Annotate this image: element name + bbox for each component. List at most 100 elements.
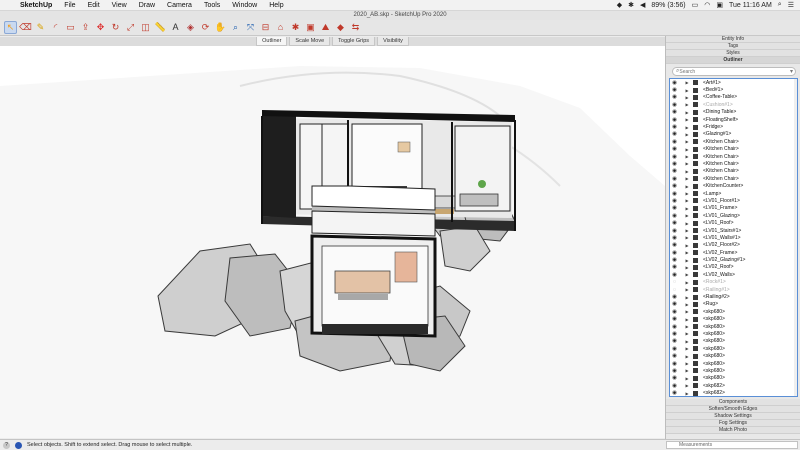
eye-icon[interactable]: ◉ bbox=[670, 213, 679, 219]
arc-icon[interactable]: ◜ bbox=[49, 21, 62, 34]
eye-icon[interactable]: ◉ bbox=[670, 94, 679, 100]
expand-arrow-icon[interactable]: ▶ bbox=[679, 139, 689, 144]
outliner-row[interactable]: ◉ ▶ <LV01_Walls#1> bbox=[670, 234, 797, 241]
menu-view[interactable]: View bbox=[106, 2, 133, 9]
zoom-icon[interactable]: ⌕ bbox=[229, 21, 242, 34]
expand-arrow-icon[interactable]: ▶ bbox=[679, 117, 689, 122]
menu-help[interactable]: Help bbox=[263, 2, 289, 9]
outliner-row[interactable]: ◉ ▶ <skp680> bbox=[670, 367, 797, 374]
expand-arrow-icon[interactable]: ▶ bbox=[679, 354, 689, 359]
outliner-row[interactable]: ◉ ▶ <skp680> bbox=[670, 345, 797, 352]
outliner-row[interactable]: ◉ ▶ <FloatingShelf> bbox=[670, 116, 797, 123]
spotlight-icon[interactable]: ⌕ bbox=[778, 1, 782, 9]
expand-arrow-icon[interactable]: ▶ bbox=[679, 324, 689, 329]
scale-icon[interactable]: ⤢ bbox=[124, 21, 137, 34]
outliner-row[interactable]: ◉ ▶ <Glazing#1> bbox=[670, 131, 797, 138]
outliner-row[interactable]: ◌ ▶ <Rock#1> bbox=[670, 279, 797, 286]
rotate-icon[interactable]: ↻ bbox=[109, 21, 122, 34]
expand-arrow-icon[interactable]: ▶ bbox=[679, 265, 689, 270]
orbit-icon[interactable]: ⟳ bbox=[199, 21, 212, 34]
eraser-icon[interactable]: ⌫ bbox=[19, 21, 32, 34]
outliner-search-input[interactable] bbox=[679, 68, 780, 75]
expand-arrow-icon[interactable]: ▶ bbox=[679, 295, 689, 300]
filter-options-icon[interactable]: ▾ bbox=[790, 68, 795, 75]
section-icon[interactable]: ⊟ bbox=[259, 21, 272, 34]
panel-outliner[interactable]: Outliner bbox=[666, 57, 800, 64]
expand-arrow-icon[interactable]: ▶ bbox=[679, 331, 689, 336]
expand-arrow-icon[interactable]: ▶ bbox=[679, 184, 689, 189]
eye-icon[interactable]: ◉ bbox=[670, 309, 679, 315]
eye-icon[interactable]: ◉ bbox=[670, 191, 679, 197]
outliner-row[interactable]: ◉ ▶ <LV01_Floor#1> bbox=[670, 197, 797, 204]
eye-icon[interactable]: ◉ bbox=[670, 294, 679, 300]
expand-arrow-icon[interactable]: ▶ bbox=[679, 213, 689, 218]
expand-arrow-icon[interactable]: ▶ bbox=[679, 176, 689, 181]
outliner-row[interactable]: ◉ ▶ <skp680> bbox=[670, 323, 797, 330]
expand-arrow-icon[interactable]: ▶ bbox=[679, 206, 689, 211]
outliner-row[interactable]: ◉ ▶ <Fridge> bbox=[670, 123, 797, 130]
eye-icon[interactable]: ◉ bbox=[670, 102, 679, 108]
eye-icon[interactable]: ◉ bbox=[670, 183, 679, 189]
outliner-tree[interactable]: ◉ ▶ <Art#1> ◉ ▶ <Bed#1> ◉ ▶ <Coffee-Table> ◉ ▶ <Cus… bbox=[669, 78, 798, 397]
paint-icon[interactable]: ◈ bbox=[184, 21, 197, 34]
zoom-extents-icon[interactable]: ⤧ bbox=[244, 21, 257, 34]
expand-arrow-icon[interactable]: ▶ bbox=[679, 221, 689, 226]
outliner-row[interactable]: ◉ ▶ <skp680> bbox=[670, 360, 797, 367]
eye-icon[interactable]: ◉ bbox=[670, 176, 679, 182]
outliner-row[interactable]: ◉ ▶ <skp682> bbox=[670, 382, 797, 389]
outliner-row[interactable]: ◉ ▶ <Kitchen Chair> bbox=[670, 138, 797, 145]
expand-arrow-icon[interactable]: ▶ bbox=[679, 191, 689, 196]
battery-icon[interactable]: ▭ bbox=[692, 1, 699, 9]
outliner-row[interactable]: ◉ ▶ <skp680> bbox=[670, 352, 797, 359]
expand-arrow-icon[interactable]: ▶ bbox=[679, 287, 689, 292]
dropbox-icon[interactable]: ◆ bbox=[617, 1, 622, 9]
outliner-row[interactable]: ◉ ▶ <Coffee-Table> bbox=[670, 94, 797, 101]
expand-arrow-icon[interactable]: ▶ bbox=[679, 280, 689, 285]
text-icon[interactable]: A bbox=[169, 21, 182, 34]
panel-soften-smooth[interactable]: Soften/Smooth Edges bbox=[666, 406, 800, 413]
panel-fog-settings[interactable]: Fog Settings bbox=[666, 420, 800, 427]
expand-arrow-icon[interactable]: ▶ bbox=[679, 161, 689, 166]
outliner-scrollbar[interactable] bbox=[794, 79, 797, 396]
outliner-row[interactable]: ◌ ▶ <Railing#1> bbox=[670, 286, 797, 293]
expand-arrow-icon[interactable]: ▶ bbox=[679, 154, 689, 159]
eye-icon[interactable]: ◉ bbox=[670, 361, 679, 367]
shape-icon[interactable]: ▭ bbox=[64, 21, 77, 34]
pencil-icon[interactable]: ✎ bbox=[34, 21, 47, 34]
expand-arrow-icon[interactable]: ▶ bbox=[679, 272, 689, 277]
eye-icon[interactable]: ◉ bbox=[670, 131, 679, 137]
eye-icon[interactable]: ◉ bbox=[670, 139, 679, 145]
extension-icon[interactable]: ✱ bbox=[289, 21, 302, 34]
eye-icon[interactable]: ◉ bbox=[670, 257, 679, 263]
menu-edit[interactable]: Edit bbox=[82, 2, 106, 9]
expand-arrow-icon[interactable]: ▶ bbox=[679, 258, 689, 263]
pan-icon[interactable]: ✋ bbox=[214, 21, 227, 34]
menu-draw[interactable]: Draw bbox=[133, 2, 161, 9]
eye-closed-icon[interactable]: ◌ bbox=[670, 279, 679, 285]
outliner-row[interactable]: ◉ ▶ <LV02_Frame> bbox=[670, 249, 797, 256]
expand-arrow-icon[interactable]: ▶ bbox=[679, 391, 689, 396]
outliner-row[interactable]: ◉ ▶ <Bed#1> bbox=[670, 86, 797, 93]
model-viewport[interactable] bbox=[0, 46, 665, 438]
menu-file[interactable]: File bbox=[58, 2, 81, 9]
notification-center-icon[interactable]: ☰ bbox=[788, 1, 794, 9]
outliner-row[interactable]: ◉ ▶ <skp682> bbox=[670, 389, 797, 396]
eye-icon[interactable]: ◉ bbox=[670, 117, 679, 123]
layout-icon[interactable]: ▣ bbox=[304, 21, 317, 34]
sandbox-icon[interactable]: ⛰ bbox=[319, 21, 332, 34]
outliner-row[interactable]: ◉ ▶ <LV01_Stairs#1> bbox=[670, 227, 797, 234]
eye-icon[interactable]: ◉ bbox=[670, 87, 679, 93]
eye-icon[interactable]: ◉ bbox=[670, 368, 679, 374]
warehouse-icon[interactable]: ⌂ bbox=[274, 21, 287, 34]
eye-icon[interactable]: ◉ bbox=[670, 80, 679, 86]
eye-icon[interactable]: ◉ bbox=[670, 235, 679, 241]
outliner-row[interactable]: ◉ ▶ <Kitchen Chair> bbox=[670, 153, 797, 160]
panel-match-photo[interactable]: Match Photo bbox=[666, 427, 800, 434]
outliner-row[interactable]: ◉ ▶ <skp680> bbox=[670, 375, 797, 382]
outliner-row[interactable]: ◉ ▶ <Kitchen Chair> bbox=[670, 160, 797, 167]
eye-icon[interactable]: ◉ bbox=[670, 161, 679, 167]
measurements-box[interactable]: Measurements bbox=[666, 441, 798, 449]
expand-arrow-icon[interactable]: ▶ bbox=[679, 110, 689, 115]
outliner-row[interactable]: ◉ ▶ <Kitchen Chair> bbox=[670, 168, 797, 175]
expand-arrow-icon[interactable]: ▶ bbox=[679, 88, 689, 93]
